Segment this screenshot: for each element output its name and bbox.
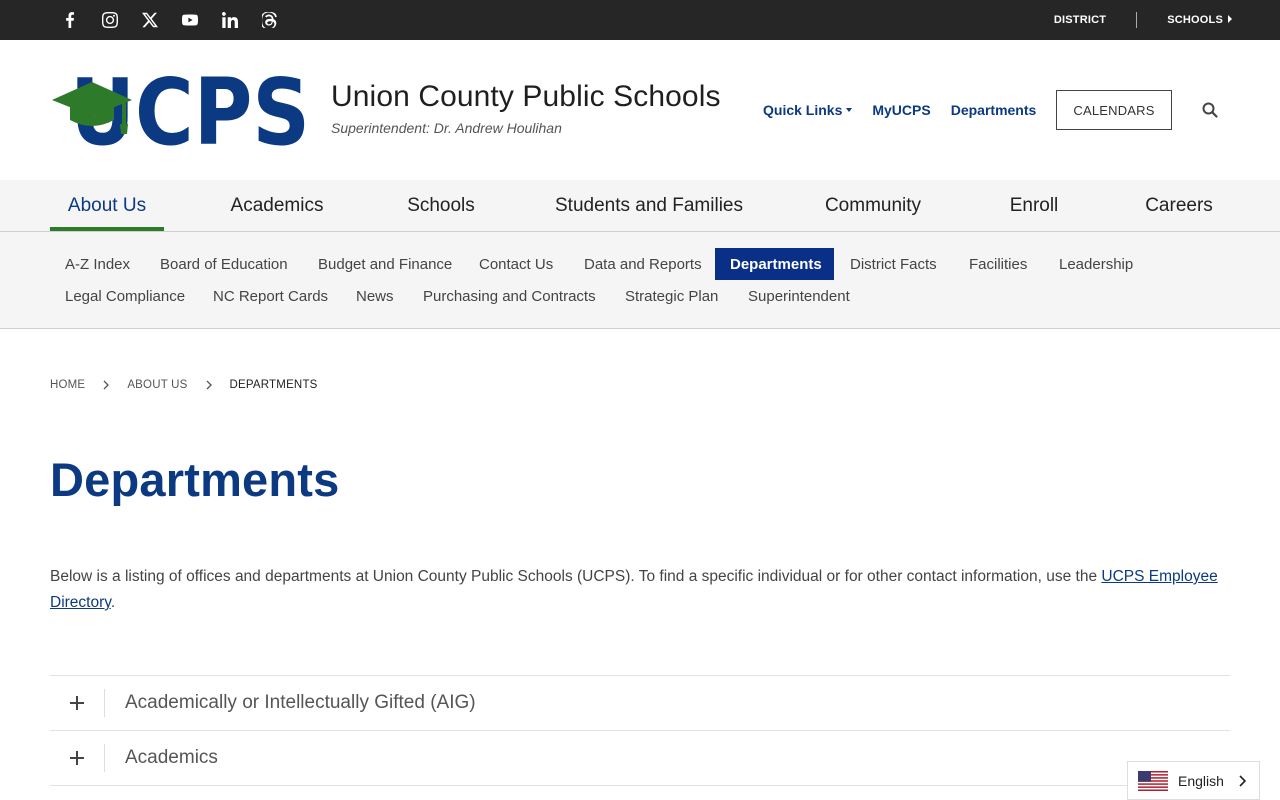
top-right-links: DISTRICT SCHOOLS (1054, 0, 1232, 40)
intro-paragraph: Below is a listing of offices and depart… (50, 564, 1230, 616)
intro-end: . (110, 594, 116, 611)
nav-about-us[interactable]: About Us (50, 180, 164, 231)
active-nav-underline (50, 227, 164, 231)
threads-icon[interactable] (258, 8, 282, 32)
breadcrumb-about-us[interactable]: ABOUT US (127, 379, 187, 391)
subnav-contact-us[interactable]: Contact Us (464, 248, 568, 280)
calendars-button[interactable]: CALENDARS (1056, 90, 1172, 130)
nav-schools[interactable]: Schools (400, 180, 482, 231)
accordion-item-aig[interactable]: Academically or Intellectually Gifted (A… (50, 675, 1230, 730)
district-link[interactable]: DISTRICT (1054, 14, 1106, 26)
subnav-data-and-reports[interactable]: Data and Reports (569, 248, 717, 280)
subnav-purchasing-and-contracts[interactable]: Purchasing and Contracts (408, 280, 611, 312)
chevron-right-icon (200, 379, 218, 391)
chevron-right-icon (97, 379, 115, 391)
header-links: Quick Links MyUCPS Departments (763, 102, 1056, 118)
intro-text: Below is a listing of offices and depart… (50, 568, 1102, 585)
social-links (58, 0, 298, 40)
subnav-district-facts[interactable]: District Facts (835, 248, 952, 280)
plus-icon[interactable] (50, 731, 104, 785)
accordion-divider (104, 744, 105, 772)
breadcrumb-current: DEPARTMENTS (229, 379, 318, 391)
subnav-legal-compliance[interactable]: Legal Compliance (50, 280, 200, 312)
accordion-label[interactable]: Academics (125, 731, 218, 785)
language-label: English (1178, 772, 1224, 789)
instagram-icon[interactable] (98, 8, 122, 32)
subnav-facilities[interactable]: Facilities (954, 248, 1042, 280)
accordion-label[interactable]: Academically or Intellectually Gifted (A… (125, 676, 476, 730)
page-title: Departments (50, 453, 340, 506)
breadcrumb: HOME ABOUT US DEPARTMENTS (50, 379, 318, 391)
subnav-superintendent[interactable]: Superintendent (733, 280, 865, 312)
ucps-logo[interactable]: UCPS (50, 72, 312, 150)
chevron-right-icon (1239, 775, 1247, 787)
departments-link[interactable]: Departments (951, 102, 1037, 118)
search-button[interactable] (1200, 100, 1220, 120)
nav-community[interactable]: Community (816, 180, 930, 231)
top-divider (1136, 12, 1138, 28)
breadcrumb-home[interactable]: HOME (50, 379, 85, 391)
caret-down-icon (846, 108, 853, 112)
facebook-icon[interactable] (58, 8, 82, 32)
site-title[interactable]: Union County Public Schools (331, 80, 721, 114)
subnav-budget-and-finance[interactable]: Budget and Finance (303, 248, 467, 280)
subnav-nc-report-cards[interactable]: NC Report Cards (198, 280, 343, 312)
nav-careers[interactable]: Careers (1138, 180, 1220, 231)
subnav-leadership[interactable]: Leadership (1044, 248, 1148, 280)
top-bar: DISTRICT SCHOOLS (0, 0, 1280, 40)
language-selector[interactable]: English (1127, 761, 1260, 800)
youtube-icon[interactable] (178, 8, 202, 32)
subnav-strategic-plan[interactable]: Strategic Plan (610, 280, 733, 312)
accordion-item-academics[interactable]: Academics (50, 730, 1230, 785)
linkedin-icon[interactable] (218, 8, 242, 32)
us-flag-icon (1138, 770, 1168, 791)
schools-menu[interactable]: SCHOOLS (1167, 14, 1232, 26)
subnav-departments[interactable]: Departments (715, 248, 834, 280)
accordion-bottom-border (50, 785, 1230, 786)
plus-icon[interactable] (50, 676, 104, 730)
subnav-a-z-index[interactable]: A-Z Index (50, 248, 145, 280)
superintendent-subtitle: Superintendent: Dr. Andrew Houlihan (331, 120, 562, 136)
nav-academics[interactable]: Academics (224, 180, 330, 231)
nav-enroll[interactable]: Enroll (1000, 180, 1068, 231)
quick-links-label: Quick Links (763, 102, 843, 118)
quick-links-menu[interactable]: Quick Links (763, 102, 853, 118)
schools-label: SCHOOLS (1167, 14, 1223, 26)
subnav-board-of-education[interactable]: Board of Education (145, 248, 303, 280)
caret-right-icon (1228, 15, 1232, 23)
subnav-news[interactable]: News (341, 280, 409, 312)
sub-nav: A-Z Index Board of Education Budget and … (0, 232, 1280, 329)
accordion-divider (104, 689, 105, 717)
myucps-link[interactable]: MyUCPS (872, 102, 930, 118)
site-header: UCPS Union County Public Schools Superin… (0, 40, 1280, 180)
search-icon (1202, 102, 1218, 118)
main-nav: About Us Academics Schools Students and … (0, 180, 1280, 232)
nav-students-and-families[interactable]: Students and Families (552, 180, 746, 231)
x-icon[interactable] (138, 8, 162, 32)
